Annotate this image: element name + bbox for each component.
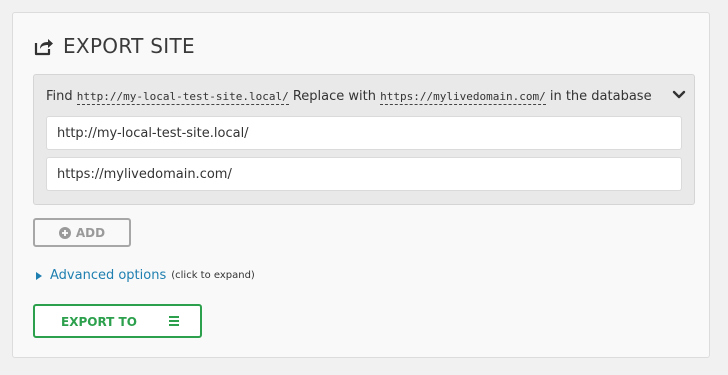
find-value-text: http://my-local-test-site.local/: [76, 90, 289, 105]
export-site-panel: EXPORT SITE Find http://my-local-test-si…: [12, 12, 710, 358]
find-input[interactable]: [46, 116, 682, 150]
export-icon: [34, 39, 53, 56]
find-replace-summary: Find http://my-local-test-site.local/ Re…: [46, 89, 652, 105]
find-replace-box: Find http://my-local-test-site.local/ Re…: [33, 74, 695, 205]
menu-icon: [169, 316, 179, 326]
add-button-label: ADD: [75, 225, 106, 240]
advanced-options-hint: (click to expand): [171, 270, 255, 281]
triangle-right-icon: [36, 271, 42, 280]
replace-input[interactable]: [46, 157, 682, 191]
add-button[interactable]: ADD: [33, 218, 131, 247]
advanced-options-link[interactable]: Advanced options: [50, 268, 166, 283]
export-to-button[interactable]: EXPORT TO: [33, 304, 202, 338]
database-suffix-label: in the database: [549, 89, 652, 104]
find-prefix-label: Find: [46, 89, 73, 104]
advanced-options-toggle[interactable]: Advanced options (click to expand): [36, 268, 255, 283]
export-to-label: EXPORT TO: [61, 315, 137, 329]
panel-header: EXPORT SITE: [33, 34, 195, 58]
chevron-down-icon[interactable]: [672, 89, 686, 101]
replace-value-text: https://mylivedomain.com/: [380, 90, 546, 105]
replace-prefix-label: Replace with: [292, 89, 376, 104]
page-title: EXPORT SITE: [63, 34, 195, 58]
plus-circle-icon: [58, 226, 71, 239]
